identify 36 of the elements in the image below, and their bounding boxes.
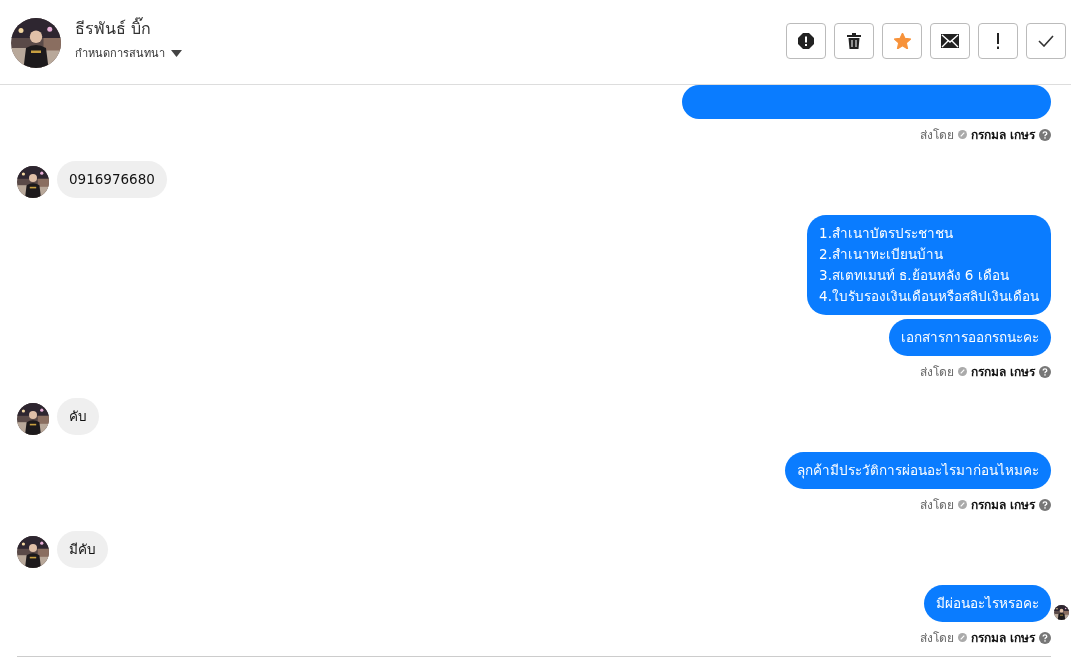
alert-icon <box>798 32 814 49</box>
agent-name: กรกมล เกษร <box>970 630 1035 647</box>
sent-by-label: ส่งโดย <box>919 127 954 144</box>
message-bubble: 1.สำเนาบัตรประชาชน 2.สำเนาทะเบียนบ้าน 3.สเตทเมนท์ ธ.ย้อนหลัง 6 เดือน 4.ใบรับรองเงินเดือนหรือสลิปเงินเดือน <box>807 215 1051 315</box>
message-bubble: เอกสารการออกรถนะคะ <box>889 319 1051 356</box>
mail-button[interactable] <box>930 22 970 59</box>
sent-by-label: ส่งโดย <box>919 497 954 514</box>
exclamation-icon <box>996 32 1000 49</box>
delete-button[interactable] <box>834 22 874 59</box>
message-bubble: ลุกค้ามีประวัติการผ่อนอะไรมาก่อนไหมคะ <box>785 452 1051 489</box>
sent-by-label: ส่งโดย <box>919 364 954 381</box>
agent-icon <box>957 367 967 376</box>
help-icon[interactable] <box>1039 631 1051 644</box>
agent-name: กรกมล เกษร <box>970 127 1035 144</box>
alert-button[interactable] <box>786 22 826 59</box>
agent-icon <box>957 633 967 642</box>
envelope-icon <box>941 33 959 48</box>
trash-icon <box>847 32 861 49</box>
done-button[interactable] <box>1026 22 1066 59</box>
message-bubble: มีผ่อนอะไรหรอคะ <box>924 585 1051 622</box>
agent-icon <box>957 130 967 139</box>
contact-name: ธีรพันธ์ บิ๊ก <box>75 16 153 40</box>
star-button[interactable] <box>882 22 922 59</box>
help-icon[interactable] <box>1039 128 1051 141</box>
sent-by-label: ส่งโดย <box>919 630 954 647</box>
check-icon <box>1038 34 1054 47</box>
agent-name: กรกมล เกษร <box>970 497 1035 514</box>
agent-icon <box>957 500 967 509</box>
message-bubble: คับ <box>57 398 99 435</box>
caret-icon <box>171 49 182 57</box>
conversation-menu[interactable]: กำหนดการสนทนา <box>75 44 182 62</box>
help-icon[interactable] <box>1039 498 1051 511</box>
message-bubble: 0916976680 <box>57 161 167 198</box>
help-icon[interactable] <box>1039 365 1051 378</box>
message-bubble: มีคับ <box>57 531 108 568</box>
agent-name: กรกมล เกษร <box>970 364 1035 381</box>
